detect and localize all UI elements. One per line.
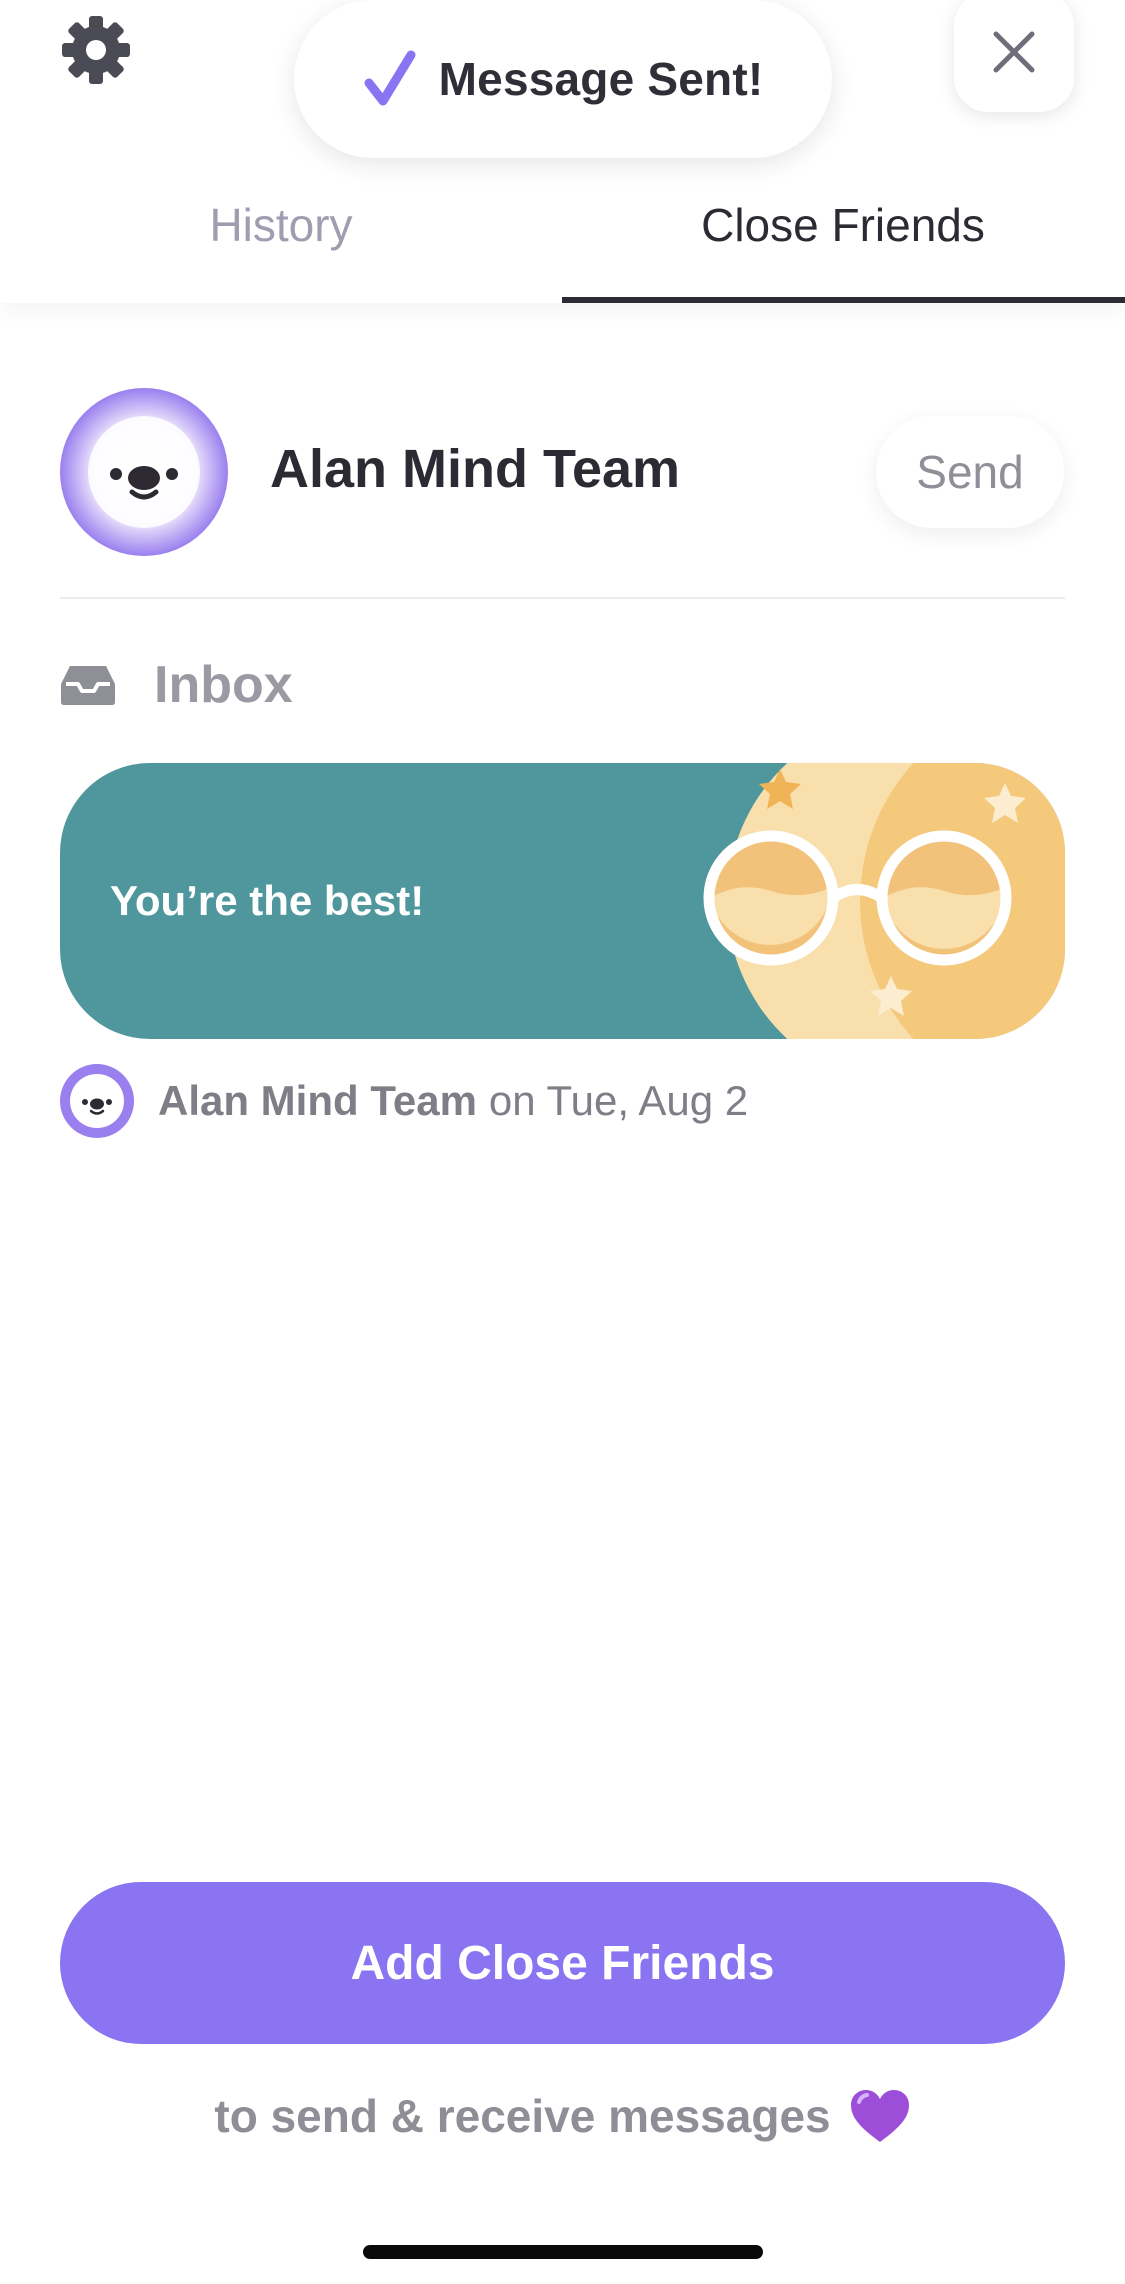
tab-history-label: History: [209, 199, 353, 251]
tab-bar: History Close Friends: [0, 170, 1125, 303]
bear-face-avatar-icon: [60, 388, 228, 556]
message-text: You’re the best!: [110, 877, 425, 924]
message-card[interactable]: You’re the best!: [60, 763, 1065, 1039]
inbox-tray-icon: [61, 666, 115, 705]
contact-row[interactable]: Alan Mind Team Send: [60, 388, 1065, 556]
close-button[interactable]: [954, 0, 1074, 112]
close-icon: [993, 31, 1035, 73]
bear-face-avatar-icon: [60, 1064, 134, 1138]
tab-history[interactable]: History: [0, 170, 562, 303]
message-sent-toast: Message Sent!: [294, 0, 832, 158]
inbox-heading: Inbox: [60, 650, 293, 720]
purple-heart-icon: [850, 2090, 909, 2142]
toast-message: Message Sent!: [438, 53, 764, 105]
footer-note-text: to send & receive messages: [214, 2090, 831, 2142]
contact-name: Alan Mind Team: [270, 439, 681, 499]
home-indicator: [363, 2245, 763, 2259]
top-bar: Message Sent! History Close Friends: [0, 0, 1125, 303]
inbox-label: Inbox: [154, 656, 293, 714]
tab-close-friends-label: Close Friends: [701, 199, 985, 251]
tab-close-friends[interactable]: Close Friends: [562, 170, 1124, 303]
message-meta: Alan Mind Team on Tue, Aug 2: [60, 1064, 748, 1138]
divider: [60, 597, 1065, 599]
footer-note: to send & receive messages: [0, 2080, 1125, 2152]
sender-name: Alan Mind Team: [158, 1077, 477, 1124]
gear-icon[interactable]: [60, 14, 132, 86]
message-date: on Tue, Aug 2: [488, 1077, 749, 1124]
active-tab-indicator: [562, 297, 1125, 303]
send-button[interactable]: Send: [876, 416, 1064, 528]
checkmark-icon: [364, 50, 416, 106]
add-close-friends-button[interactable]: Add Close Friends: [60, 1882, 1065, 2044]
